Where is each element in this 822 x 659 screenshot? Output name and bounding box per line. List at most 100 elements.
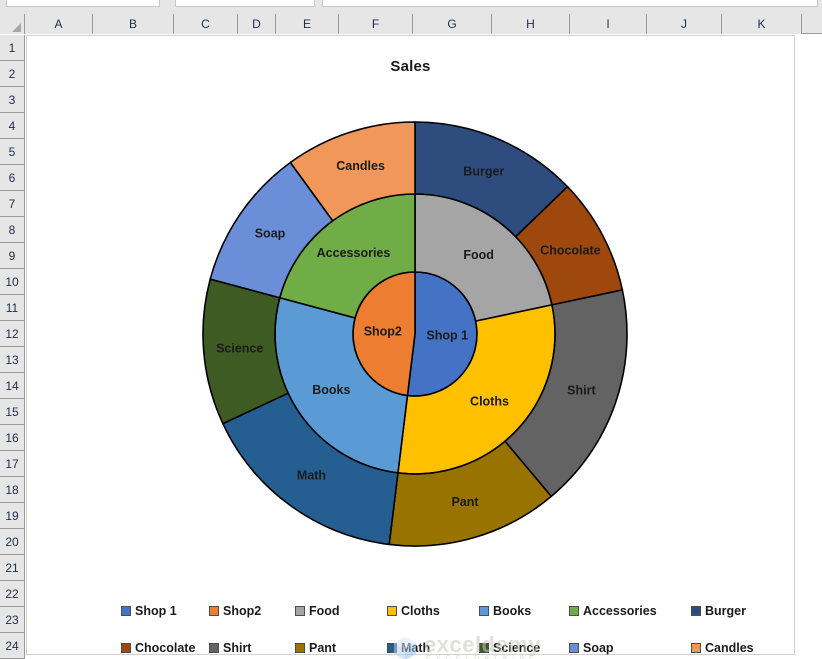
legend-label: Cloths <box>401 603 440 618</box>
sunburst-slice-label: Food <box>463 248 494 262</box>
legend-label: Math <box>401 641 431 655</box>
column-header-i[interactable]: I <box>570 14 647 34</box>
legend-item-burger[interactable]: Burger <box>691 604 746 618</box>
row-header-10[interactable]: 10 <box>0 269 25 295</box>
legend-swatch-icon <box>569 605 579 616</box>
legend-item-accessories[interactable]: Accessories <box>569 604 657 618</box>
legend-label: Books <box>493 603 532 618</box>
row-header-8[interactable]: 8 <box>0 217 25 243</box>
sunburst-slice-label: Candles <box>336 159 385 173</box>
row-header-24[interactable]: 24 <box>0 633 25 659</box>
legend-swatch-icon <box>209 643 219 653</box>
column-header-d[interactable]: D <box>238 14 276 34</box>
legend-item-food[interactable]: Food <box>295 604 340 618</box>
row-header-3[interactable]: 3 <box>0 87 25 113</box>
legend-label: Shop2 <box>223 603 262 618</box>
sunburst-plot-area: Shop 1 Shop2 Food Cloths Books Accessories Bur… <box>195 114 635 554</box>
column-header-h[interactable]: H <box>492 14 570 34</box>
legend-swatch-icon <box>569 643 579 653</box>
legend-label: Accessories <box>583 603 657 618</box>
sunburst-slice-label: Cloths <box>470 394 509 408</box>
row-header-15[interactable]: 15 <box>0 399 25 425</box>
column-header-e[interactable]: E <box>276 14 339 34</box>
legend-label: Burger <box>705 603 746 618</box>
row-header-5[interactable]: 5 <box>0 139 25 165</box>
legend-swatch-icon <box>479 643 489 653</box>
worksheet-grid: Sales Shop 1 Shop2 Food Cloths Books Accessor… <box>26 35 822 659</box>
legend-swatch-icon <box>387 643 397 653</box>
sunburst-slice-label: Books <box>312 383 350 397</box>
ribbon-group-2 <box>175 0 315 7</box>
select-all-corner[interactable] <box>0 14 25 34</box>
row-header-14[interactable]: 14 <box>0 373 25 399</box>
column-header-c[interactable]: C <box>174 14 238 34</box>
column-header-g[interactable]: G <box>413 14 492 34</box>
sunburst-slice-label: Shirt <box>567 384 596 398</box>
legend-item-science[interactable]: Science <box>479 641 540 655</box>
sunburst-chart-object[interactable]: Sales Shop 1 Shop2 Food Cloths Books Accessor… <box>26 35 795 659</box>
row-header-7[interactable]: 7 <box>0 191 25 217</box>
legend-item-pant[interactable]: Pant <box>295 641 336 655</box>
chart-title: Sales <box>390 58 431 75</box>
row-header-9[interactable]: 9 <box>0 243 25 269</box>
row-header-1[interactable]: 1 <box>0 35 25 61</box>
sunburst-slice-label: Burger <box>463 164 504 178</box>
legend-item-soap[interactable]: Soap <box>569 641 614 655</box>
row-header-17[interactable]: 17 <box>0 451 25 477</box>
watermark-tagline: E X C E L D A T A - B I <box>426 655 533 659</box>
sunburst-slice-label: Math <box>297 469 326 483</box>
ribbon-strip <box>0 0 822 14</box>
legend-swatch-icon <box>479 605 489 616</box>
sunburst-svg: Shop 1 Shop2 Food Cloths Books Accessories Bur… <box>202 121 628 547</box>
legend-swatch-icon <box>121 605 131 616</box>
legend-row: Chocolate Shirt Pant Math Science Soap Candles <box>121 623 754 655</box>
legend-swatch-icon <box>121 643 131 653</box>
legend-item-shop2[interactable]: Shop2 <box>209 604 261 618</box>
sunburst-slice-label: Science <box>216 342 263 356</box>
legend-row: Shop 1 Shop2 Food Cloths Books Accessories Bur… <box>121 598 746 623</box>
legend-item-math[interactable]: Math <box>387 641 430 655</box>
legend-swatch-icon <box>209 605 219 616</box>
legend-item-cloths[interactable]: Cloths <box>387 604 440 618</box>
legend-item-shirt[interactable]: Shirt <box>209 641 251 655</box>
row-header-23[interactable]: 23 <box>0 607 25 633</box>
row-header-4[interactable]: 4 <box>0 113 25 139</box>
legend-label: Shirt <box>223 641 252 655</box>
legend-item-shop-1[interactable]: Shop 1 <box>121 604 177 618</box>
row-header-12[interactable]: 12 <box>0 321 25 347</box>
sunburst-slice-label: Shop2 <box>364 324 402 338</box>
select-all-triangle-icon <box>12 23 21 32</box>
legend-label: Shop 1 <box>135 603 177 618</box>
sunburst-slice-label: Pant <box>451 495 479 509</box>
legend-swatch-icon <box>295 643 305 653</box>
sunburst-slice-label: Soap <box>255 227 286 241</box>
sunburst-slice-label: Shop 1 <box>426 328 468 342</box>
row-header-2[interactable]: 2 <box>0 61 25 87</box>
legend-item-candles[interactable]: Candles <box>691 641 754 655</box>
legend-swatch-icon <box>691 643 701 653</box>
legend-item-chocolate[interactable]: Chocolate <box>121 641 195 655</box>
legend-swatch-icon <box>387 605 397 616</box>
row-header-20[interactable]: 20 <box>0 529 25 555</box>
column-header-b[interactable]: B <box>93 14 174 34</box>
row-header-18[interactable]: 18 <box>0 477 25 503</box>
row-header-22[interactable]: 22 <box>0 581 25 607</box>
row-header-6[interactable]: 6 <box>0 165 25 191</box>
row-header-19[interactable]: 19 <box>0 503 25 529</box>
excel-worksheet-window: ABCDEFGHIJK 1 2 3 4 5 6 7 8 9 10 11 12 13 14 15 16 17 18 1… <box>0 0 822 659</box>
row-header-11[interactable]: 11 <box>0 295 25 321</box>
column-header-a[interactable]: A <box>25 14 93 34</box>
row-header-21[interactable]: 21 <box>0 555 25 581</box>
legend-label: Pant <box>309 641 337 655</box>
sunburst-slice-label: Accessories <box>317 246 391 260</box>
column-header-k[interactable]: K <box>722 14 802 34</box>
legend-item-books[interactable]: Books <box>479 604 531 618</box>
row-header-13[interactable]: 13 <box>0 347 25 373</box>
legend-label: Science <box>493 641 541 655</box>
legend-swatch-icon <box>691 605 701 616</box>
row-header-16[interactable]: 16 <box>0 425 25 451</box>
column-header-f[interactable]: F <box>339 14 413 34</box>
legend-label: Candles <box>705 641 754 655</box>
column-header-j[interactable]: J <box>647 14 722 34</box>
ribbon-group-1 <box>6 0 160 7</box>
